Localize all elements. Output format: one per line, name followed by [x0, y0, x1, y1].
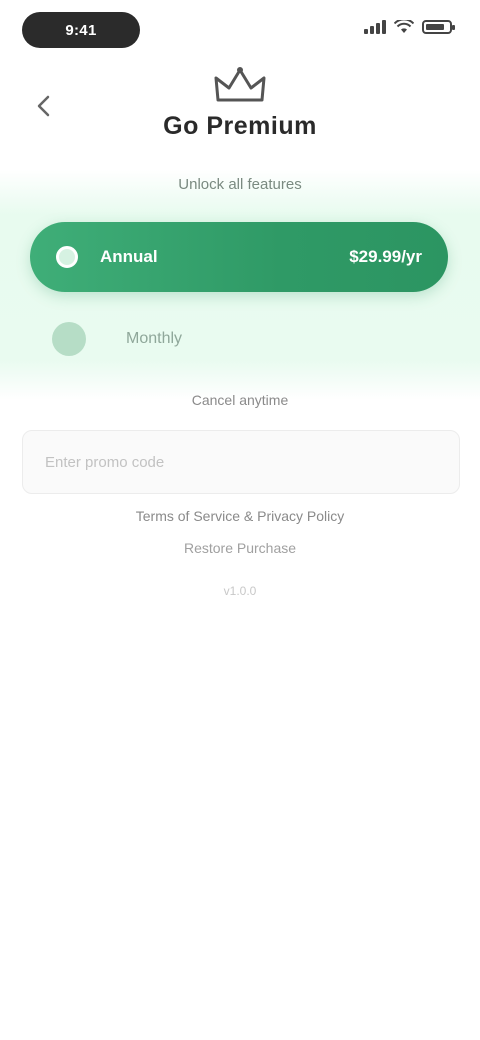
battery-level — [426, 24, 444, 30]
premium-screen: 9:41 Go Premium Unlock all features Annu… — [0, 0, 480, 1040]
battery-icon — [422, 20, 455, 34]
plan-option-monthly[interactable]: Monthly — [30, 305, 448, 373]
plan-name: Annual — [100, 247, 158, 266]
status-bar: 9:41 — [0, 0, 480, 62]
wifi-icon — [394, 20, 414, 33]
plan-price: $29.99/yr — [349, 247, 422, 266]
radio-selected-icon — [56, 246, 78, 268]
chevron-left-icon — [37, 95, 50, 117]
page-title: Go Premium — [163, 112, 317, 140]
version-text: v1.0.0 — [223, 584, 257, 598]
radio-unselected-icon — [52, 322, 86, 356]
status-time: 9:41 — [22, 12, 140, 48]
plan-option-annual[interactable]: Annual $29.99/yr — [30, 222, 448, 292]
cancel-note: Cancel anytime — [191, 392, 289, 408]
page-subtitle: Unlock all features — [178, 176, 302, 193]
plan-name: Monthly — [126, 330, 183, 347]
promo-code-input[interactable] — [43, 452, 439, 472]
restore-purchase-link[interactable]: Restore Purchase — [170, 540, 310, 556]
back-button[interactable] — [28, 90, 60, 122]
crown-icon — [214, 67, 266, 102]
promo-code-field[interactable] — [22, 430, 460, 494]
terms-link[interactable]: Terms of Service & Privacy Policy — [120, 508, 360, 524]
signal-icon — [364, 20, 386, 34]
status-icons — [364, 20, 455, 34]
